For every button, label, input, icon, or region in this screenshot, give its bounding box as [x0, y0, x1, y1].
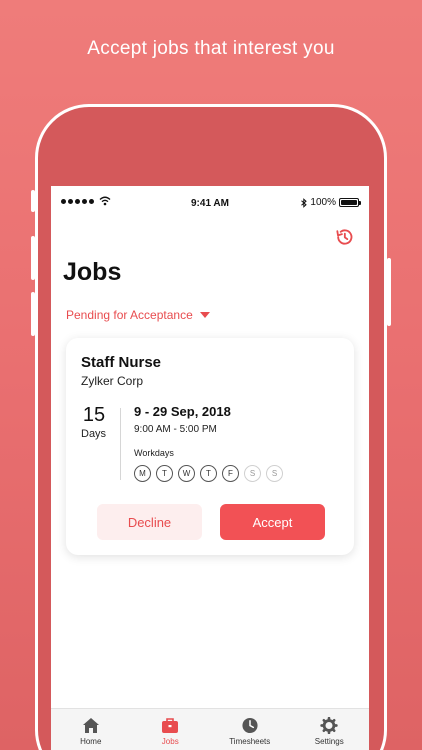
page-title: Jobs — [63, 258, 122, 286]
phone-screen: 9:41 AM 100% Jobs Pending for Acceptance… — [51, 186, 369, 750]
phone-side-button — [31, 190, 35, 212]
workday-saturday: S — [244, 465, 261, 482]
workday-tuesday: T — [156, 465, 173, 482]
filter-label: Pending for Acceptance — [66, 308, 193, 322]
home-icon — [82, 718, 99, 733]
job-title: Staff Nurse — [81, 354, 162, 371]
clock-icon — [242, 717, 258, 734]
gear-icon — [320, 717, 338, 734]
duration-value: 15 — [82, 404, 106, 426]
tab-label: Home — [80, 737, 102, 746]
tab-label: Timesheets — [229, 737, 271, 746]
tab-jobs[interactable]: Jobs — [131, 709, 211, 750]
workday-thursday: T — [200, 465, 217, 482]
phone-side-button — [31, 292, 35, 336]
tab-label: Settings — [314, 737, 344, 746]
workdays-list: M T W T F S S — [134, 465, 283, 482]
accept-button[interactable]: Accept — [220, 504, 325, 540]
decline-button[interactable]: Decline — [97, 504, 202, 540]
workday-wednesday: W — [178, 465, 195, 482]
workdays-label: Workdays — [134, 448, 174, 458]
battery-icon — [339, 198, 361, 207]
history-icon[interactable] — [334, 227, 354, 247]
duration-unit: Days — [81, 428, 107, 440]
phone-side-button — [31, 236, 35, 280]
company-name: Zylker Corp — [81, 374, 144, 388]
tab-home[interactable]: Home — [51, 709, 131, 750]
workday-monday: M — [134, 465, 151, 482]
workday-friday: F — [222, 465, 239, 482]
date-range: 9 - 29 Sep, 2018 — [134, 404, 231, 419]
bluetooth-icon — [301, 197, 308, 208]
tab-label: Jobs — [161, 737, 179, 746]
battery-status: 100% — [301, 197, 361, 208]
caret-down-icon — [199, 312, 210, 318]
card-divider — [120, 408, 121, 480]
workday-sunday: S — [266, 465, 283, 482]
status-bar: 9:41 AM 100% — [51, 186, 369, 220]
tab-settings[interactable]: Settings — [290, 709, 370, 750]
tab-timesheets[interactable]: Timesheets — [210, 709, 290, 750]
status-filter-dropdown[interactable]: Pending for Acceptance — [66, 308, 210, 322]
job-card[interactable]: Staff Nurse Zylker Corp 15 Days 9 - 29 S… — [66, 338, 354, 555]
battery-percent: 100% — [310, 197, 336, 208]
tab-bar: Home Jobs Timesheets Settings — [51, 708, 369, 750]
promo-headline: Accept jobs that interest you — [87, 38, 335, 59]
briefcase-icon — [162, 718, 179, 733]
work-hours: 9:00 AM - 5:00 PM — [134, 424, 217, 435]
phone-side-button — [387, 258, 391, 326]
